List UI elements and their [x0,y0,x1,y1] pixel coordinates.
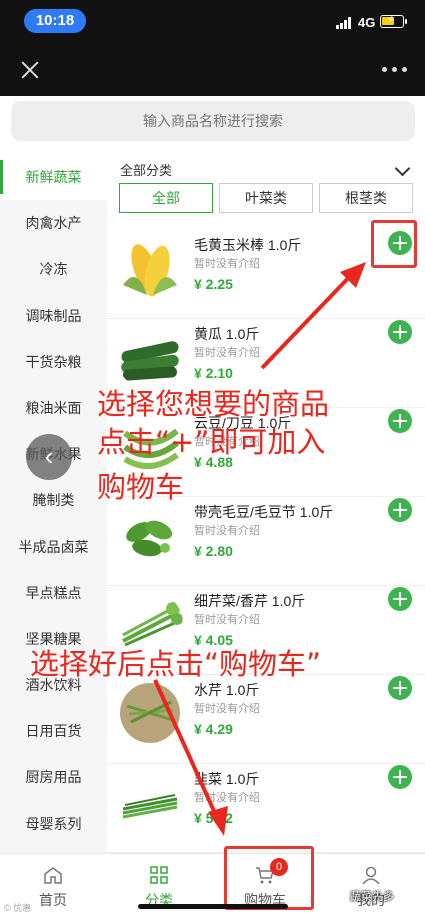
watermark-small-text: © 优惠 [4,903,32,913]
annotation-text-4: 选择好后点击“购物车” [30,647,322,681]
annotation-text-1: 选择您想要的商品 [97,387,330,421]
highlight-cart-box [224,846,314,910]
home-icon [44,867,62,884]
tabbar-profile[interactable]: 我的 [318,854,424,915]
user-icon [362,866,380,884]
home-indicator [138,904,288,909]
annotation-text-3: 购物车 [97,470,185,504]
grid-icon [150,866,168,884]
watermark-text: 蔬菜先多 [350,891,394,903]
annotation-text-2: 点击“+”即可加入 [97,425,326,459]
